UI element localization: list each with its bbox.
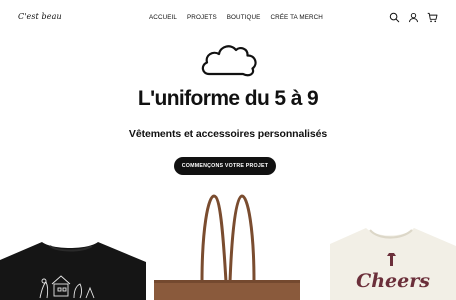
site-logo[interactable]: C'est beau: [18, 12, 62, 21]
hero-subtitle: Vêtements et accessoires personnalisés: [128, 128, 328, 140]
hero-title: L'uniforme du 5 à 9: [137, 87, 319, 110]
cart-icon[interactable]: [427, 12, 438, 23]
start-project-button[interactable]: COMMENÇONS VOTRE PROJET: [174, 157, 276, 175]
cheers-print: Cheers: [356, 270, 430, 292]
main-nav: ACCUEIL PROJETS BOUTIQUE CRÉE TA MERCH: [149, 13, 333, 23]
product-image-black-tshirt[interactable]: [0, 236, 146, 300]
nav-item-accueil[interactable]: ACCUEIL: [149, 13, 177, 23]
site-header: C'est beau ACCUEIL PROJETS BOUTIQUE CRÉE…: [0, 0, 456, 36]
nav-item-boutique[interactable]: BOUTIQUE: [227, 13, 261, 23]
product-image-tote-bag[interactable]: [150, 190, 305, 300]
page: C'est beau ACCUEIL PROJETS BOUTIQUE CRÉE…: [0, 0, 456, 300]
search-icon[interactable]: [389, 12, 400, 23]
account-icon[interactable]: [408, 12, 419, 23]
cloud-icon: [199, 41, 259, 79]
nav-item-projets[interactable]: PROJETS: [187, 13, 217, 23]
product-image-cheers-tshirt[interactable]: Cheers: [330, 222, 456, 300]
header-actions: [389, 12, 438, 23]
nav-item-cree-ta-merch[interactable]: CRÉE TA MERCH: [270, 13, 323, 23]
